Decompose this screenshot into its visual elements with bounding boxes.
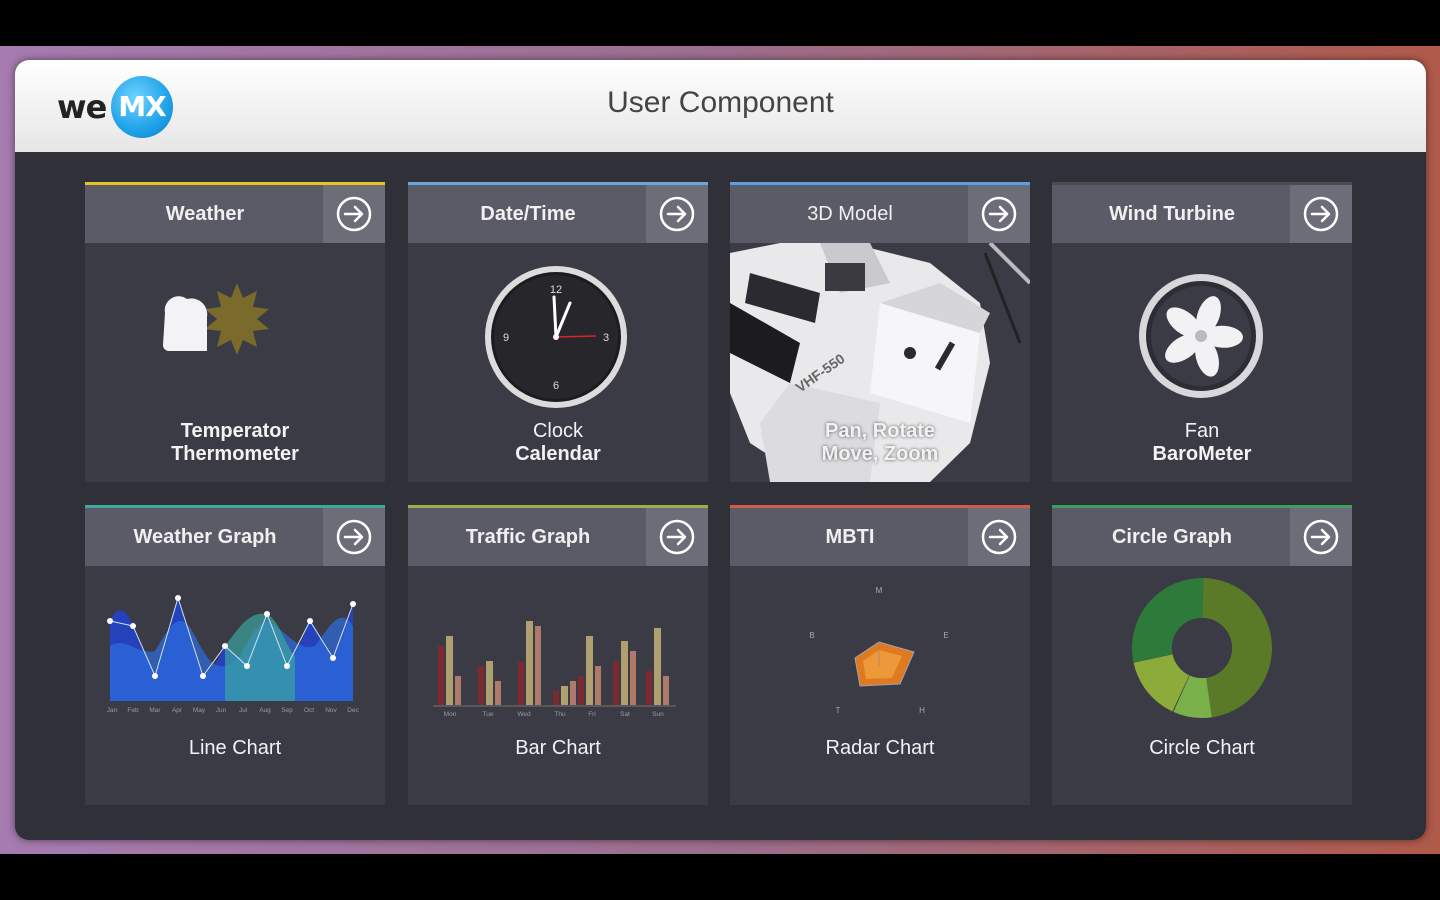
- card-datetime[interactable]: Date/Time 12 3 6 9 Clock Calendar: [408, 182, 708, 482]
- month-label: Jun: [216, 707, 227, 714]
- arrow-right-icon: [659, 196, 695, 232]
- month-label: Mar: [149, 707, 161, 714]
- arrow-right-icon: [981, 196, 1017, 232]
- clock-number-9: 9: [503, 332, 509, 344]
- card-caption-line1: Circle Chart: [1149, 737, 1255, 759]
- clock-icon: 12 3 6 9: [408, 243, 708, 428]
- card-header: Wind Turbine: [1052, 185, 1352, 243]
- card-caption-line2: Move, Zoom: [821, 443, 939, 465]
- card-title: Circle Graph: [1111, 526, 1233, 548]
- card-caption-line1: Fan: [1184, 420, 1220, 442]
- card-traffic-graph[interactable]: Traffic Graph Mon Tue Wed Thu Fri Sat Su…: [408, 505, 708, 805]
- day-label: Wed: [517, 711, 531, 718]
- month-label: May: [193, 707, 206, 714]
- card-header: Date/Time: [408, 185, 708, 243]
- card-title: 3D Model: [807, 203, 893, 225]
- card-caption-line1: Clock: [532, 420, 583, 442]
- month-label: Dec: [347, 707, 359, 714]
- clock-number-6: 6: [553, 380, 559, 392]
- card-3d-model[interactable]: VHF-550 3D Model Pan, Rotate Move, Zoom: [730, 182, 1030, 482]
- app-header: we MX User Component: [15, 60, 1426, 152]
- month-label: Feb: [127, 707, 139, 714]
- card-weather[interactable]: Weather Temperator Thermometer: [85, 182, 385, 482]
- day-label: Thu: [554, 711, 566, 718]
- card-title: MBTI: [825, 526, 875, 548]
- open-traffic-graph-button[interactable]: [646, 508, 708, 566]
- open-3d-model-button[interactable]: [968, 185, 1030, 243]
- arrow-right-icon: [659, 519, 695, 555]
- radar-axis-label: B: [809, 631, 814, 640]
- clock-number-3: 3: [603, 332, 609, 344]
- card-caption-line2: Calendar: [515, 443, 601, 465]
- fan-icon: [1052, 243, 1352, 428]
- card-title: Traffic Graph: [465, 526, 591, 548]
- open-wind-turbine-button[interactable]: [1290, 185, 1352, 243]
- card-caption-line1: Pan, Rotate: [824, 420, 936, 442]
- card-header: Circle Graph: [1052, 508, 1352, 566]
- month-label: Aug: [259, 707, 271, 714]
- card-circle-graph[interactable]: Circle Graph Circle Chart: [1052, 505, 1352, 805]
- month-label: Jul: [239, 707, 248, 714]
- card-header: Weather: [85, 185, 385, 243]
- weather-icon: [85, 243, 385, 428]
- radar-axis-label: E: [943, 631, 948, 640]
- card-header: MBTI: [730, 508, 1030, 566]
- open-datetime-button[interactable]: [646, 185, 708, 243]
- radar-chart-icon: M B E T H: [730, 566, 1030, 731]
- arrow-right-icon: [1303, 196, 1339, 232]
- day-label: Mon: [444, 711, 457, 718]
- card-header: Weather Graph: [85, 508, 385, 566]
- card-header: 3D Model: [730, 185, 1030, 243]
- card-title: Weather: [165, 203, 245, 225]
- card-wind-turbine[interactable]: Wind Turbine Fan BaroMeter: [1052, 182, 1352, 482]
- radar-axis-label: M: [876, 586, 883, 595]
- day-label: Sat: [620, 711, 630, 718]
- month-label: Oct: [304, 707, 314, 714]
- day-label: Tue: [483, 711, 494, 718]
- arrow-right-icon: [1303, 519, 1339, 555]
- clock-number-12: 12: [550, 284, 562, 296]
- month-label: Jan: [107, 707, 118, 714]
- card-caption-line1: Temperator: [180, 420, 290, 442]
- arrow-right-icon: [981, 519, 1017, 555]
- card-header: Traffic Graph: [408, 508, 708, 566]
- bar-chart-icon: Mon Tue Wed Thu Fri Sat Sun: [408, 566, 708, 731]
- day-label: Fri: [588, 711, 596, 718]
- line-chart-icon: Jan Feb Mar Apr May Jun Jul Aug Sep Oct …: [85, 566, 385, 731]
- month-label: Apr: [172, 707, 183, 714]
- card-caption-line1: Line Chart: [188, 737, 282, 759]
- card-caption-line2: BaroMeter: [1152, 443, 1252, 465]
- open-mbti-button[interactable]: [968, 508, 1030, 566]
- card-caption-line2: Thermometer: [171, 443, 299, 465]
- card-title: Date/Time: [480, 203, 576, 225]
- day-label: Sun: [652, 711, 664, 718]
- arrow-right-icon: [336, 519, 372, 555]
- page-title: User Component: [607, 86, 834, 119]
- card-weather-graph[interactable]: Weather Graph Jan Feb Mar Apr May Jun Ju…: [85, 505, 385, 805]
- card-mbti[interactable]: MBTI M B E T H Radar Chart: [730, 505, 1030, 805]
- card-title: Weather Graph: [133, 526, 277, 548]
- card-title: Wind Turbine: [1108, 203, 1236, 225]
- circle-chart-icon: [1052, 566, 1352, 731]
- radar-axis-label: T: [836, 706, 841, 715]
- card-caption-line1: Bar Chart: [515, 737, 601, 759]
- radar-axis-label: H: [919, 706, 925, 715]
- open-weather-button[interactable]: [323, 185, 385, 243]
- month-label: Nov: [325, 707, 337, 714]
- open-weather-graph-button[interactable]: [323, 508, 385, 566]
- arrow-right-icon: [336, 196, 372, 232]
- card-caption-line1: Radar Chart: [825, 737, 935, 759]
- app-panel: we MX User Component Weather Temperator …: [15, 60, 1426, 840]
- open-circle-graph-button[interactable]: [1290, 508, 1352, 566]
- month-label: Sep: [281, 707, 293, 714]
